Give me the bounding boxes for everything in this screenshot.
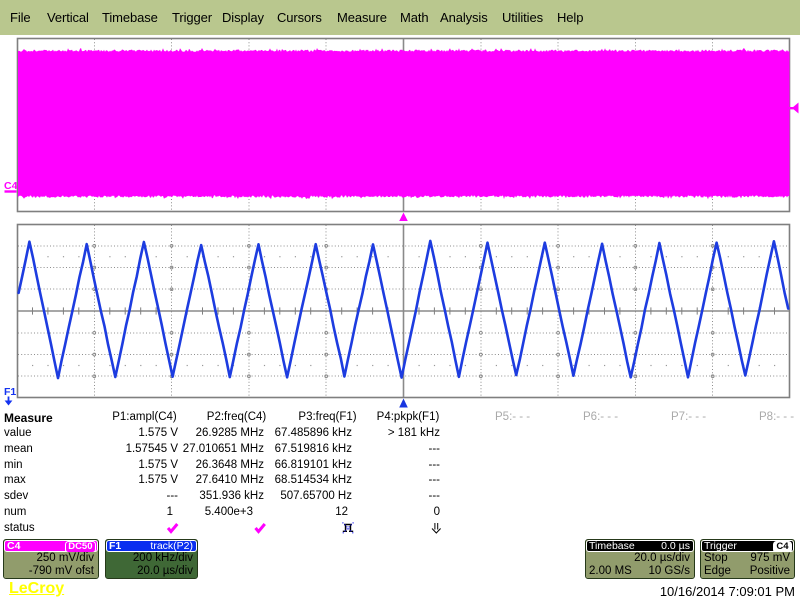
svg-text:C4: C4 xyxy=(4,180,18,192)
svg-text:F1: F1 xyxy=(4,386,16,398)
